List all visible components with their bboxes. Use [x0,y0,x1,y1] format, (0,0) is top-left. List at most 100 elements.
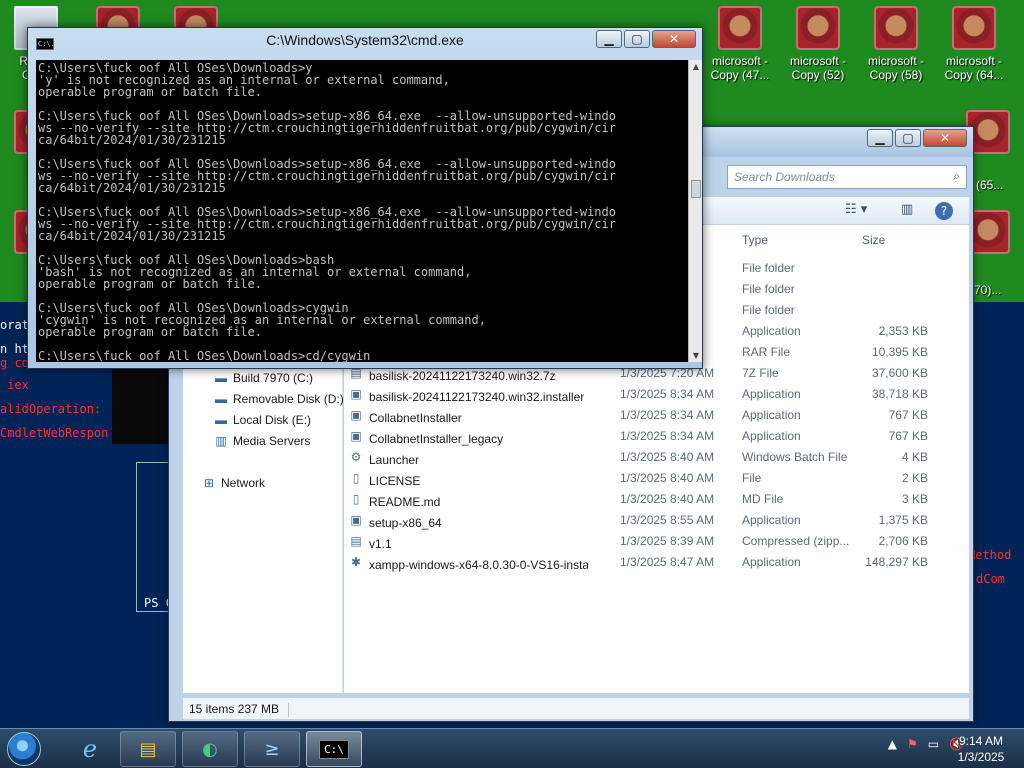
console-line: ca/64bit/2024/01/30/231215 [38,181,226,195]
file-type: File folder [742,282,795,296]
minimize-button[interactable]: ▁ [596,30,622,48]
ps-line: alidOperation: [0,402,102,416]
file-size: 148,297 KB [865,555,928,569]
file-type: File folder [742,261,795,275]
removable-disk-icon: ▬ [215,392,227,406]
file-row[interactable]: ▣ CollabnetInstaller_legacy 1/3/2025 8:34 … [344,426,969,447]
console-text: C:\Users\fuck oof All OSes\Downloads>y'y… [38,62,678,362]
ps-line: dCom [976,572,1005,586]
file-name-text: basilisk-20241122173240.win32.installer [369,390,585,404]
desktop-icon-label: microsoft - [711,54,768,68]
view-options-icon[interactable]: ☷ ▾ [845,202,867,217]
scroll-up-icon[interactable]: ▲ [691,62,701,71]
file-date: 1/3/2025 8:40 AM [620,471,715,485]
preview-pane-icon[interactable]: ▥ [901,202,913,217]
file-size: 2,353 KB [878,324,928,338]
scrollbar-thumb[interactable] [691,180,701,198]
file-row[interactable]: ✱ xampp-windows-x64-8.0.30-0-VS16-insta..… [344,552,969,573]
file-row[interactable]: ▣ setup-x86_64 1/3/2025 8:55 AM Application… [344,510,969,531]
cmd-taskbar-button[interactable]: C:\ [306,731,362,767]
file-type: File [742,471,762,485]
powershell-button[interactable]: ≥ [244,731,300,767]
column-header-size[interactable]: Size [862,233,885,247]
file-date: 1/3/2025 8:40 AM [620,450,715,464]
desktop-icon-sublabel: Copy (52) [791,68,845,82]
search-input[interactable]: Search Downloads ⌕ [727,165,967,189]
media-server-icon: ▥ [215,434,227,448]
start-button[interactable] [2,729,46,768]
clock[interactable]: 9:14 AM 1/3/2025 [946,733,1016,765]
network-icon[interactable]: ▭ [928,737,939,751]
file-name: ⚙ Launcher [348,450,588,467]
file-row[interactable]: ▣ basilisk-20241122173240.win32.installer… [344,384,969,405]
ps-line: Method [968,548,1012,562]
drive-icon: ▬ [215,413,227,427]
nav-item[interactable]: ▬ Removable Disk (D:) [213,392,344,406]
close-button[interactable]: ✕ [923,129,967,147]
desktop-icon[interactable]: microsoft - Copy (58) [860,6,932,82]
desktop-icon-label: (70)... [970,283,1002,297]
file-type: Application [742,513,801,527]
ps-line: CmdletWebRespon [0,426,109,440]
clock-date: 1/3/2025 [957,750,1005,764]
file-name-text: xampp-windows-x64-8.0.30-0-VS16-insta... [369,558,588,572]
close-button[interactable]: ✕ [652,30,696,48]
image-file-icon [718,6,762,50]
desktop-icon-label: microsoft - [867,54,924,68]
file-type-icon: ✱ [350,555,362,569]
desktop-icon[interactable]: microsoft - Copy (47... [704,6,776,82]
image-file-icon [796,6,840,50]
file-name: ▣ CollabnetInstaller [348,408,588,425]
file-type-icon: ▯ [352,471,360,485]
file-name-text: CollabnetInstaller_legacy [369,432,504,446]
file-name: ▤ v1.1 [348,534,588,551]
desktop-icon[interactable]: microsoft - Copy (52) [782,6,854,82]
file-date: 1/3/2025 8:34 AM [620,408,715,422]
nav-item[interactable]: ▬ Local Disk (E:) [213,413,311,427]
file-explorer-button[interactable]: ▤ [120,731,176,767]
scroll-down-icon[interactable]: ▼ [691,351,701,360]
app-icon: ◐ [202,738,218,760]
nav-item[interactable]: ⊞ Network [201,476,265,490]
file-type-icon: ⚙ [350,450,362,464]
nav-item[interactable]: ▥ Media Servers [213,434,310,448]
maximize-button[interactable]: ▢ [624,30,650,48]
powershell-icon: ≥ [264,738,280,760]
file-name: ▯ LICENSE [348,471,588,488]
vertical-scrollbar[interactable]: ▲ ▼ [688,60,702,362]
file-row[interactable]: ⚙ Launcher 1/3/2025 8:40 AM Windows Batch F… [344,447,969,468]
file-type: Application [742,387,801,401]
file-row[interactable]: ▤ v1.1 1/3/2025 8:39 AM Compressed (zipp...… [344,531,969,552]
taskbar: e ▤ ◐ ≥ C:\ ▲ ⚑ ▭ 🔇 9:14 AM 1/3/2025 [0,728,1024,768]
file-row[interactable]: ▯ LICENSE 1/3/2025 8:40 AM File 2 KB [344,468,969,489]
console-line: operable program or batch file. [38,85,262,99]
drive-icon: ▬ [215,371,227,385]
console-output[interactable]: C:\Users\fuck oof All OSes\Downloads>y'y… [36,60,688,362]
internet-explorer-button[interactable]: e [62,731,118,767]
minimize-button[interactable]: ▁ [867,129,893,147]
action-center-icon[interactable]: ⚑ [907,737,918,751]
help-icon[interactable]: ? [935,202,953,220]
search-placeholder: Search Downloads [734,170,835,184]
file-name-text: Launcher [369,453,420,467]
desktop-icon-label: microsoft - [789,54,846,68]
desktop-icon-label: (65... [976,178,1004,192]
file-row[interactable]: ▯ README.md 1/3/2025 8:40 AM MD File 3 KB [344,489,969,510]
file-name: ▣ setup-x86_64 [348,513,588,530]
search-icon[interactable]: ⌕ [953,169,960,184]
file-size: 2 KB [901,471,928,485]
file-date: 1/3/2025 8:34 AM [620,429,715,443]
file-size: 767 KB [888,429,928,443]
folder-icon: ▤ [139,738,157,760]
green-app-button[interactable]: ◐ [182,731,238,767]
maximize-button[interactable]: ▢ [895,129,921,147]
console-line: operable program or batch file. [38,325,262,339]
file-row[interactable]: ▣ CollabnetInstaller 1/3/2025 8:34 AM Appli… [344,405,969,426]
file-size: 10,395 KB [871,345,928,359]
column-header-type[interactable]: Type [742,233,768,247]
total-size: 237 MB [237,702,280,716]
desktop-icon[interactable]: microsoft - Copy (64... [938,6,1010,82]
nav-item[interactable]: ▬ Build 7970 (C:) [213,371,313,385]
cmd-window[interactable]: C:\. C:\Windows\System32\cmd.exe ▁ ▢ ✕ C… [27,27,703,369]
show-hidden-icons-icon[interactable]: ▲ [888,737,897,751]
